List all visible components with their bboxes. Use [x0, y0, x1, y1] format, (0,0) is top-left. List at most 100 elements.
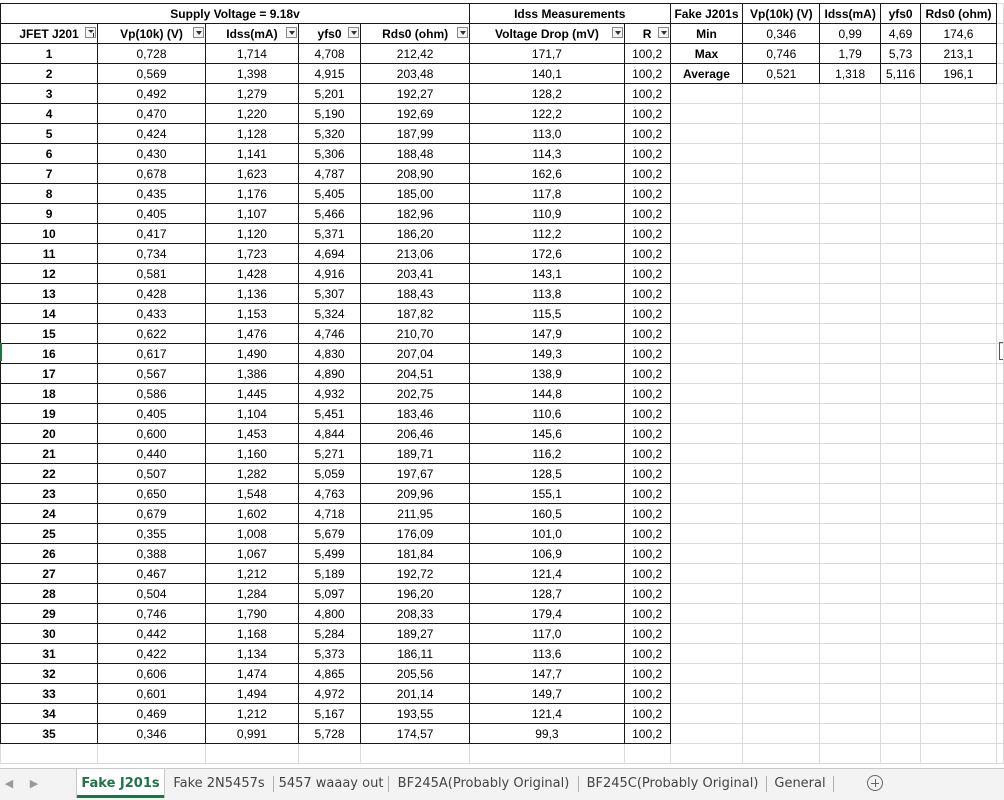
- row-id[interactable]: 12: [0, 263, 99, 284]
- empty-cell[interactable]: [297, 743, 362, 764]
- column-header[interactable]: Rds0 (ohm): [360, 23, 471, 44]
- row-id[interactable]: 23: [0, 483, 99, 504]
- empty-cell[interactable]: [669, 123, 744, 144]
- empty-cell[interactable]: [995, 623, 1004, 644]
- data-cell[interactable]: 115,5: [469, 303, 625, 324]
- data-cell[interactable]: 99,3: [469, 723, 625, 744]
- data-cell[interactable]: 5,284: [297, 623, 362, 644]
- data-cell[interactable]: 100,2: [623, 703, 671, 724]
- stats-value[interactable]: 0,746: [742, 43, 821, 64]
- sheet-tab[interactable]: Fake 2N5457s: [165, 769, 273, 798]
- row-id[interactable]: 22: [0, 463, 99, 484]
- data-cell[interactable]: 4,708: [297, 43, 362, 64]
- data-cell[interactable]: 189,27: [360, 623, 471, 644]
- empty-cell[interactable]: [920, 623, 997, 644]
- row-id[interactable]: 28: [0, 583, 99, 604]
- empty-cell[interactable]: [742, 163, 821, 184]
- stats-value[interactable]: 0,99: [819, 23, 882, 44]
- empty-cell[interactable]: [920, 503, 997, 524]
- row-id[interactable]: 33: [0, 683, 99, 704]
- data-cell[interactable]: 138,9: [469, 363, 625, 384]
- data-cell[interactable]: 192,69: [360, 103, 471, 124]
- data-cell[interactable]: 5,167: [297, 703, 362, 724]
- empty-cell[interactable]: [742, 403, 821, 424]
- empty-cell[interactable]: [669, 303, 744, 324]
- empty-cell[interactable]: [920, 723, 997, 744]
- data-cell[interactable]: 185,00: [360, 183, 471, 204]
- data-cell[interactable]: 1,220: [204, 103, 299, 124]
- empty-cell[interactable]: [669, 403, 744, 424]
- empty-cell[interactable]: [742, 343, 821, 364]
- row-id[interactable]: 13: [0, 283, 99, 304]
- empty-cell[interactable]: [669, 623, 744, 644]
- empty-cell[interactable]: [819, 603, 882, 624]
- data-cell[interactable]: 5,728: [297, 723, 362, 744]
- empty-cell[interactable]: [995, 203, 1004, 224]
- data-cell[interactable]: 1,476: [204, 323, 299, 344]
- empty-cell[interactable]: [819, 283, 882, 304]
- empty-cell[interactable]: [995, 83, 1004, 104]
- empty-cell[interactable]: [623, 743, 671, 764]
- data-cell[interactable]: 100,2: [623, 383, 671, 404]
- empty-cell[interactable]: [669, 223, 744, 244]
- empty-cell[interactable]: [880, 423, 922, 444]
- data-cell[interactable]: 0,567: [97, 363, 206, 384]
- data-cell[interactable]: 100,2: [623, 563, 671, 584]
- empty-cell[interactable]: [819, 443, 882, 464]
- data-cell[interactable]: 208,33: [360, 603, 471, 624]
- data-cell[interactable]: 5,307: [297, 283, 362, 304]
- empty-cell[interactable]: [669, 263, 744, 284]
- stats-header[interactable]: Rds0 (ohm): [920, 3, 997, 24]
- data-cell[interactable]: 100,2: [623, 603, 671, 624]
- data-cell[interactable]: 100,2: [623, 123, 671, 144]
- data-cell[interactable]: 192,27: [360, 83, 471, 104]
- data-cell[interactable]: 162,6: [469, 163, 625, 184]
- empty-cell[interactable]: [995, 363, 1004, 384]
- data-cell[interactable]: 100,2: [623, 403, 671, 424]
- empty-cell[interactable]: [880, 583, 922, 604]
- data-cell[interactable]: 0,569: [97, 63, 206, 84]
- row-id[interactable]: 24: [0, 503, 99, 524]
- data-cell[interactable]: 1,168: [204, 623, 299, 644]
- sheet-tab[interactable]: General: [767, 769, 833, 798]
- stats-value[interactable]: 196,1: [920, 63, 997, 84]
- data-cell[interactable]: 212,42: [360, 43, 471, 64]
- data-cell[interactable]: 4,718: [297, 503, 362, 524]
- empty-cell[interactable]: [995, 143, 1004, 164]
- data-cell[interactable]: 114,3: [469, 143, 625, 164]
- data-cell[interactable]: 100,2: [623, 523, 671, 544]
- empty-cell[interactable]: [819, 463, 882, 484]
- empty-cell[interactable]: [880, 223, 922, 244]
- data-cell[interactable]: 0,467: [97, 563, 206, 584]
- row-id[interactable]: 25: [0, 523, 99, 544]
- empty-cell[interactable]: [742, 423, 821, 444]
- empty-cell[interactable]: [920, 323, 997, 344]
- data-cell[interactable]: 1,104: [204, 403, 299, 424]
- empty-cell[interactable]: [880, 483, 922, 504]
- empty-cell[interactable]: [819, 343, 882, 364]
- data-cell[interactable]: 100,2: [623, 263, 671, 284]
- empty-cell[interactable]: [742, 543, 821, 564]
- data-cell[interactable]: 204,51: [360, 363, 471, 384]
- empty-cell[interactable]: [995, 223, 1004, 244]
- empty-cell[interactable]: [920, 243, 997, 264]
- empty-cell[interactable]: [742, 223, 821, 244]
- data-cell[interactable]: 100,2: [623, 163, 671, 184]
- data-cell[interactable]: 4,916: [297, 263, 362, 284]
- empty-cell[interactable]: [669, 363, 744, 384]
- empty-cell[interactable]: [819, 423, 882, 444]
- data-cell[interactable]: 1,790: [204, 603, 299, 624]
- row-id[interactable]: 19: [0, 403, 99, 424]
- empty-cell[interactable]: [880, 383, 922, 404]
- filter-dropdown-icon[interactable]: [285, 27, 297, 38]
- data-cell[interactable]: 196,20: [360, 583, 471, 604]
- empty-cell[interactable]: [742, 723, 821, 744]
- stats-value[interactable]: 0,346: [742, 23, 821, 44]
- empty-cell[interactable]: [742, 583, 821, 604]
- data-cell[interactable]: 128,2: [469, 83, 625, 104]
- row-id[interactable]: 1: [0, 43, 99, 64]
- data-cell[interactable]: 100,2: [623, 503, 671, 524]
- empty-cell[interactable]: [880, 463, 922, 484]
- data-cell[interactable]: 110,9: [469, 203, 625, 224]
- data-cell[interactable]: 1,136: [204, 283, 299, 304]
